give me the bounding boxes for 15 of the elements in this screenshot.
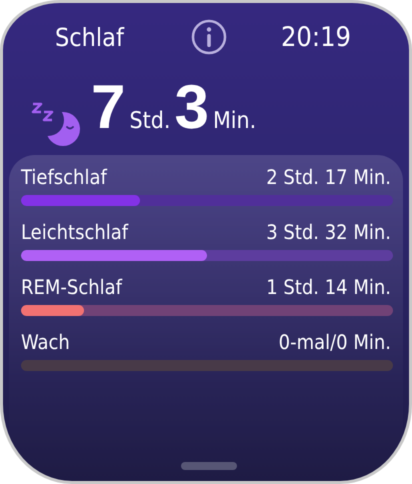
screen-title: Schlaf [55,22,124,52]
stage-name: Tiefschlaf [21,165,107,189]
stage-name: REM-Schlaf [21,275,122,299]
stage-name: Wach [21,330,70,354]
stage-duration: 3 Std. 32 Min. [266,220,391,244]
hours-value: 7 [91,77,126,139]
stage-name: Leichtschlaf [21,220,128,244]
info-icon[interactable] [191,19,228,55]
clock-time: 20:19 [280,22,351,52]
hours-unit: Std. [129,108,170,134]
stage-duration: 1 Std. 14 Min. [266,275,391,299]
minutes-unit: Min. [212,108,256,134]
stage-duration: 0-mal/0 Min. [278,330,391,354]
stage-duration: 2 Std. 17 Min. [266,165,391,189]
minutes-value: 3 [174,77,209,139]
